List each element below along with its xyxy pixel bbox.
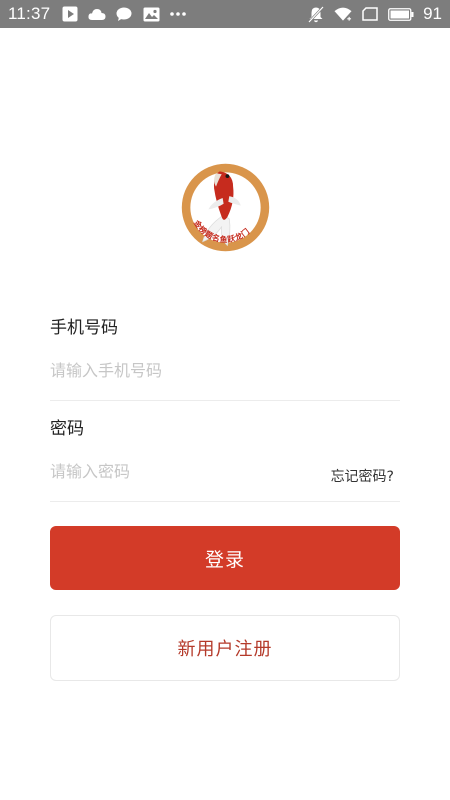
koi-fish-logo-icon: 金榜题名鱼跃龙门: [181, 163, 270, 252]
status-bar-right: 91: [307, 4, 442, 24]
status-bar-left: 11:37: [8, 4, 187, 24]
battery-percent: 91: [423, 4, 442, 23]
password-label: 密码: [50, 419, 84, 439]
password-input-row: 忘记密码?: [50, 457, 400, 502]
chat-bubble-icon: [115, 5, 133, 23]
status-time: 11:37: [8, 4, 51, 23]
forgot-password-link[interactable]: 忘记密码?: [331, 466, 394, 486]
mute-icon: [307, 5, 325, 23]
register-button[interactable]: 新用户注册: [50, 615, 400, 681]
more-dots-icon: [169, 5, 187, 23]
phone-input-row: [50, 356, 400, 401]
app-logo: 金榜题名鱼跃龙门: [178, 160, 273, 255]
play-store-icon: [61, 5, 79, 23]
phone-label: 手机号码: [50, 318, 118, 338]
battery-icon: [388, 5, 414, 23]
wifi-icon: [334, 5, 352, 23]
sim-icon: [361, 5, 379, 23]
image-icon: [142, 5, 160, 23]
login-form: 手机号码 密码 忘记密码?: [50, 300, 400, 502]
cloud-icon: [88, 5, 106, 23]
phone-input[interactable]: [50, 360, 400, 380]
status-bar: 11:37 91: [0, 0, 450, 28]
login-button[interactable]: 登录: [50, 526, 400, 590]
